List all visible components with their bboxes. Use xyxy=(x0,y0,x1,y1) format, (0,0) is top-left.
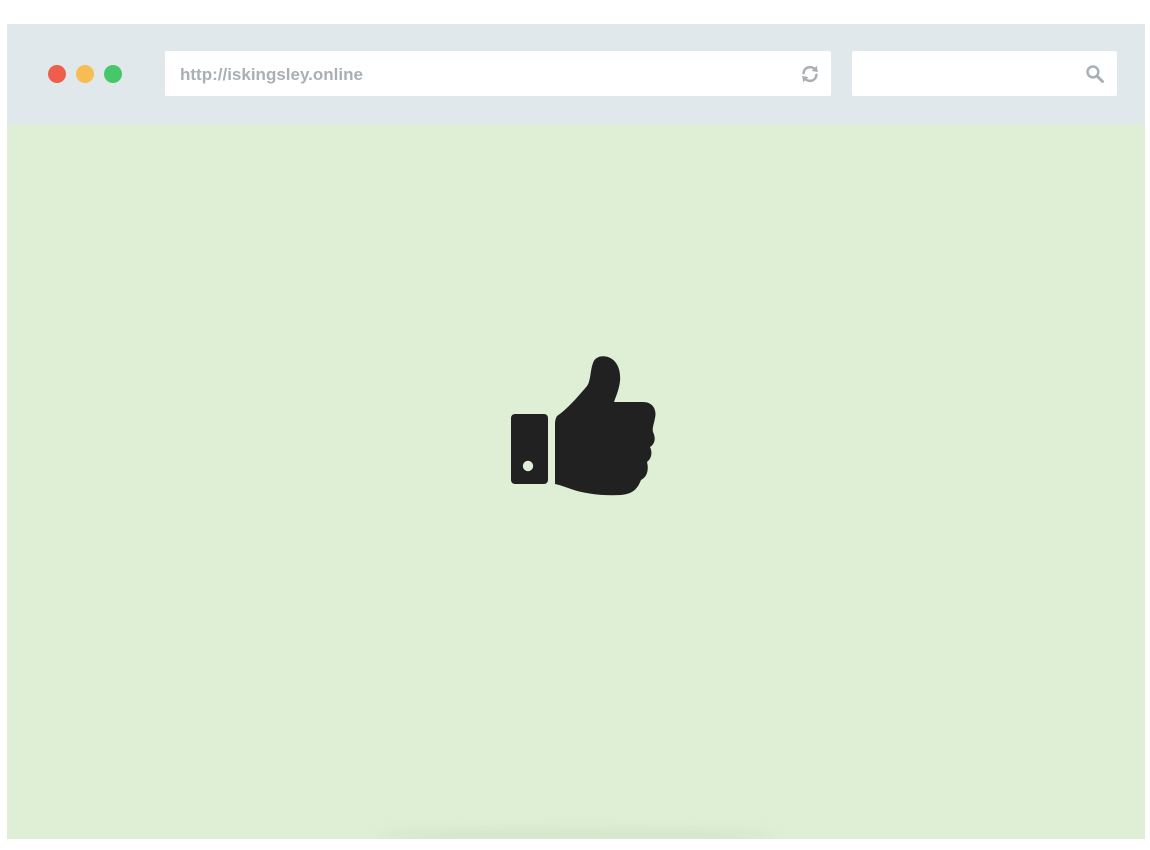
close-window-button[interactable] xyxy=(48,65,66,83)
search-input[interactable] xyxy=(852,51,1117,96)
address-bar[interactable]: http://iskingsley.online xyxy=(165,51,831,96)
minimize-window-button[interactable] xyxy=(76,65,94,83)
zoom-window-button[interactable] xyxy=(104,65,122,83)
search-icon[interactable] xyxy=(1085,64,1105,84)
page-content xyxy=(7,124,1145,839)
address-url[interactable]: http://iskingsley.online xyxy=(180,51,363,98)
browser-window: http://iskingsley.online xyxy=(7,24,1145,839)
reload-icon[interactable] xyxy=(799,63,821,85)
thumbs-up-icon xyxy=(511,356,656,496)
browser-toolbar: http://iskingsley.online xyxy=(7,24,1145,124)
page-bottom-shadow xyxy=(377,829,777,839)
